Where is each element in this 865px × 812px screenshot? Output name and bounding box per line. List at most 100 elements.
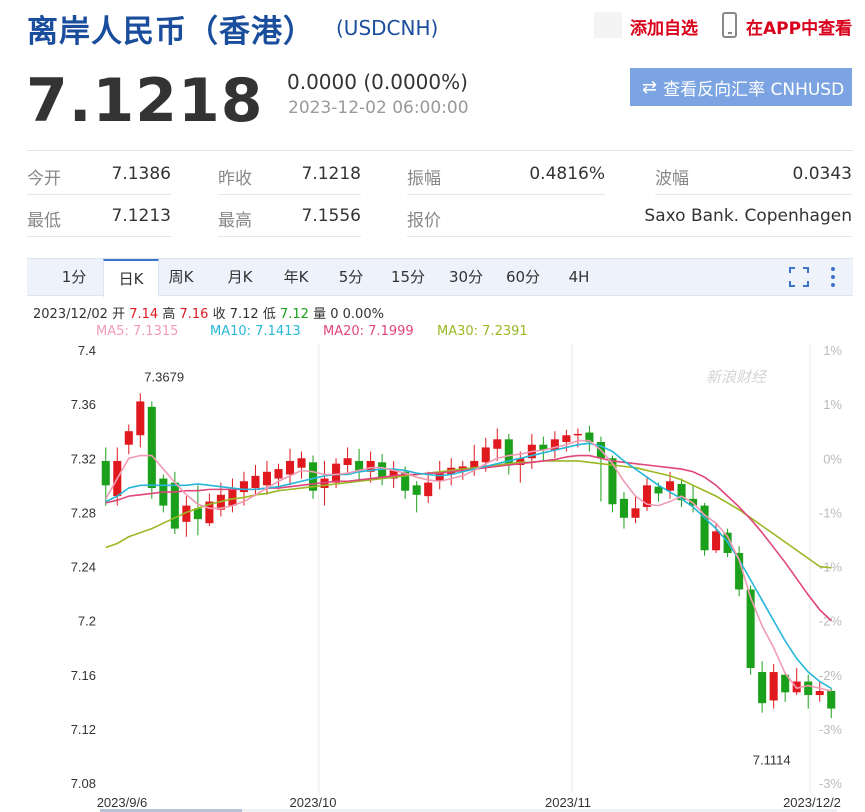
candle-body <box>297 458 306 468</box>
tab-8[interactable]: 60分 <box>501 259 545 296</box>
pct-tick-label: -3% <box>819 776 843 791</box>
candle-body <box>481 447 490 463</box>
ohlc-low: 7.12 <box>279 307 309 322</box>
ohlc-open: 7.14 <box>129 307 159 322</box>
candle-body <box>251 475 260 489</box>
ohlc-close-label: 收 <box>212 307 226 322</box>
prev-close-value: 7.1218 <box>301 164 361 184</box>
page-header: 离岸人民币（香港） (USDCNH) 添加自选 在APP中查看 <box>0 0 865 50</box>
x-axis-label: 2023/10 <box>290 795 337 810</box>
fullscreen-icon[interactable] <box>789 267 809 287</box>
tab-5[interactable]: 5分 <box>333 259 369 296</box>
volatility-label: 波幅 <box>655 169 689 189</box>
tab-4[interactable]: 年K <box>274 259 318 296</box>
tab-1[interactable]: 日K <box>103 259 159 297</box>
high-value: 7.1556 <box>301 206 361 226</box>
high-label: 最高 <box>218 211 252 231</box>
open-value: 7.1386 <box>111 164 171 184</box>
ma5-line <box>105 439 832 692</box>
x-axis-label: 2023/12/2 <box>783 795 841 810</box>
divider <box>218 236 361 237</box>
candle-body <box>712 531 721 551</box>
current-price: 7.1218 <box>26 66 264 136</box>
quote-time: 2023-12-02 06:00:00 <box>288 98 469 118</box>
candle-body <box>573 433 582 436</box>
candle-body <box>343 458 352 466</box>
tab-0[interactable]: 1分 <box>55 259 93 296</box>
y-tick-label: 7.2 <box>78 614 96 629</box>
y-tick-label: 7.4 <box>78 343 96 358</box>
divider <box>27 150 853 151</box>
candle-body <box>124 431 133 445</box>
ma20-readout: MA20: 7.1999 <box>323 324 414 339</box>
divider <box>655 194 852 195</box>
y-tick-label: 7.36 <box>71 397 96 412</box>
price-change: 0.0000 (0.0000%) <box>287 70 468 94</box>
ohlc-close: 7.12 <box>229 307 259 322</box>
page-title: 离岸人民币（香港） <box>27 14 315 50</box>
pct-tick-label: -3% <box>819 722 843 737</box>
candle-body <box>332 463 341 483</box>
divider <box>27 236 171 237</box>
ohlc-pct: 0.00% <box>342 307 384 322</box>
tab-3[interactable]: 月K <box>218 259 262 296</box>
open-label: 今开 <box>27 169 61 189</box>
candle-body <box>136 401 145 436</box>
candle-body <box>228 489 237 506</box>
candle-body <box>412 485 421 495</box>
candle-body <box>746 589 755 668</box>
tab-6[interactable]: 15分 <box>386 259 430 296</box>
tab-7[interactable]: 30分 <box>444 259 488 296</box>
y-tick-label: 7.08 <box>71 776 96 791</box>
divider <box>27 194 171 195</box>
ma5-readout: MA5: 7.1315 <box>96 324 179 339</box>
candle-body <box>274 469 283 479</box>
x-axis-label: 2023/11 <box>545 795 591 810</box>
candle-body <box>619 498 628 518</box>
ohlc-readout: 2023/12/02 开 7.14 高 7.16 收 7.12 低 7.12 量… <box>33 303 384 322</box>
ma30-line <box>105 460 832 569</box>
add-favorite-link[interactable]: 添加自选 <box>630 14 698 39</box>
candle-body <box>804 681 813 696</box>
divider <box>218 194 361 195</box>
candle-body <box>285 460 295 475</box>
ma10-readout: MA10: 7.1413 <box>210 324 301 339</box>
volatility-value: 0.0343 <box>792 164 852 184</box>
amplitude-label: 振幅 <box>407 169 441 189</box>
pct-tick-label: 0% <box>823 451 842 466</box>
ohlc-vol: 0 <box>330 307 339 322</box>
ohlc-low-label: 低 <box>262 307 276 322</box>
low-value: 7.1213 <box>111 206 171 226</box>
x-axis-label: 2023/9/6 <box>97 795 148 810</box>
pct-tick-label: -1% <box>819 505 843 520</box>
tab-9[interactable]: 4H <box>559 259 599 296</box>
candle-body <box>758 672 767 704</box>
candle-body <box>424 482 433 497</box>
quote-source-label: 报价 <box>407 211 441 231</box>
ohlc-high: 7.16 <box>179 307 209 322</box>
extreme-annotation: 7.3679 <box>144 369 184 384</box>
more-options-icon[interactable] <box>829 265 837 289</box>
watermark: 新浪财经 <box>706 368 768 386</box>
swap-icon: ⇄ <box>642 76 658 98</box>
quote-source-value: Saxo Bank. Copenhagen <box>644 206 852 226</box>
candle-body <box>827 690 836 709</box>
phone-icon[interactable] <box>722 12 737 38</box>
period-tab-bar: 1分 日K 周K 月K 年K 5分 15分 30分 60分 4H <box>27 258 853 297</box>
reverse-rate-button[interactable]: ⇄ 查看反向汇率 CNHUSD <box>630 68 852 106</box>
candle-body <box>262 471 272 486</box>
ohlc-high-label: 高 <box>162 307 176 322</box>
pct-tick-label: 1% <box>823 343 842 358</box>
candle-body <box>769 672 778 701</box>
amplitude-value: 0.4816% <box>529 164 605 184</box>
candle-body <box>493 439 502 449</box>
tab-2[interactable]: 周K <box>159 259 203 296</box>
view-in-app-link[interactable]: 在APP中查看 <box>746 14 852 39</box>
ma20-line <box>105 454 832 622</box>
candle-body <box>665 481 675 491</box>
kline-chart[interactable]: 7.4 7.36 7.32 7.28 7.24 7.2 7.16 7.12 7.08 1% 1% 0%… <box>0 340 865 812</box>
candle-body <box>631 508 640 518</box>
candle-body <box>815 690 824 696</box>
prev-close-label: 昨收 <box>218 169 252 189</box>
extreme-annotation: 7.1114 <box>753 753 791 768</box>
